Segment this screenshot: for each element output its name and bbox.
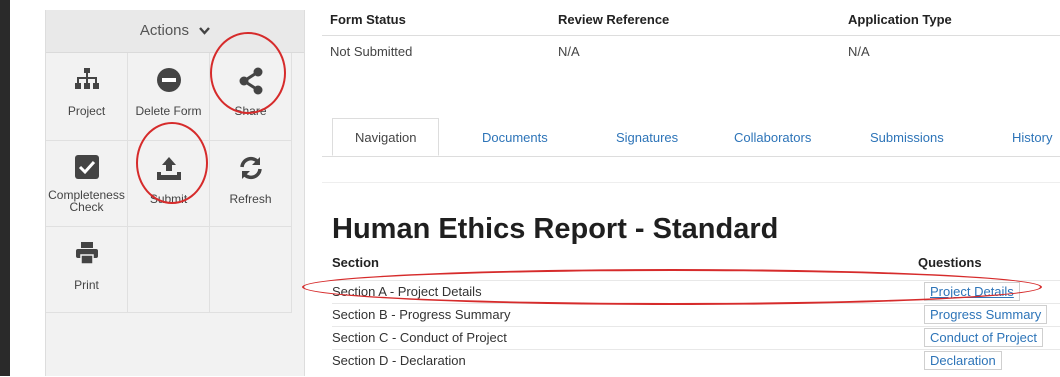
tab-history[interactable]: History (1012, 130, 1052, 145)
share-button[interactable]: Share (210, 53, 292, 141)
info-header-row: Form Status Review Reference Application… (322, 5, 1060, 36)
table-row: Section D - Declaration Declaration (332, 349, 1060, 372)
project-label: Project (67, 104, 106, 118)
table-row: Section B - Progress Summary Progress Su… (332, 303, 1060, 326)
tab-collaborators[interactable]: Collaborators (734, 130, 811, 145)
left-edge-bar (0, 0, 10, 376)
review-reference-header: Review Reference (558, 12, 670, 27)
project-details-link[interactable]: Project Details (924, 282, 1020, 301)
form-status-header: Form Status (330, 12, 406, 27)
section-a-label: Section A - Project Details (332, 284, 482, 299)
page-title: Human Ethics Report - Standard (332, 213, 779, 245)
form-status-value: Not Submitted (330, 44, 413, 59)
submit-button[interactable]: Submit (128, 141, 210, 227)
delete-form-label: Delete Form (135, 104, 202, 118)
tab-submissions[interactable]: Submissions (870, 130, 944, 145)
review-reference-value: N/A (558, 44, 580, 59)
tab-signatures[interactable]: Signatures (616, 130, 678, 145)
refresh-button[interactable]: Refresh (210, 141, 292, 227)
share-icon (210, 67, 291, 95)
section-d-label: Section D - Declaration (332, 353, 466, 368)
completeness-check-button[interactable]: Completeness Check (46, 141, 128, 227)
conduct-of-project-link[interactable]: Conduct of Project (924, 328, 1043, 347)
print-label: Print (74, 278, 99, 292)
minus-circle-icon (128, 67, 209, 95)
application-type-header: Application Type (848, 12, 952, 27)
section-column-header: Section (332, 255, 379, 270)
tab-bar: Navigation Documents Signatures Collabor… (322, 118, 1060, 157)
empty-cell (128, 227, 210, 313)
upload-icon (128, 155, 209, 183)
print-icon (46, 241, 127, 269)
tab-documents[interactable]: Documents (482, 130, 548, 145)
actions-panel: Actions Project Delete Form Share Comple… (45, 10, 305, 376)
print-button[interactable]: Print (46, 227, 128, 313)
progress-summary-link[interactable]: Progress Summary (924, 305, 1048, 324)
refresh-icon (210, 155, 291, 183)
actions-title: Actions (139, 22, 190, 39)
sitemap-icon (46, 67, 127, 95)
questions-column-header: Questions (918, 255, 982, 270)
checkbox-icon (46, 155, 127, 183)
section-c-label: Section C - Conduct of Project (332, 330, 507, 345)
submit-label: Submit (149, 192, 188, 206)
completeness-check-label: Completeness Check (48, 188, 125, 214)
declaration-link[interactable]: Declaration (924, 351, 1002, 370)
share-label: Share (234, 104, 267, 118)
table-row: Section C - Conduct of Project Conduct o… (332, 326, 1060, 349)
chevron-down-icon (199, 10, 211, 52)
table-row: Section A - Project Details Project Deta… (332, 280, 1060, 303)
refresh-label: Refresh (229, 192, 272, 206)
actions-dropdown[interactable]: Actions (46, 10, 304, 53)
empty-cell (210, 227, 292, 313)
application-type-value: N/A (848, 44, 870, 59)
delete-form-button[interactable]: Delete Form (128, 53, 210, 141)
report-content: Human Ethics Report - Standard Section Q… (302, 182, 1060, 377)
tab-navigation[interactable]: Navigation (332, 118, 440, 156)
project-button[interactable]: Project (46, 53, 128, 141)
section-b-label: Section B - Progress Summary (332, 307, 511, 322)
